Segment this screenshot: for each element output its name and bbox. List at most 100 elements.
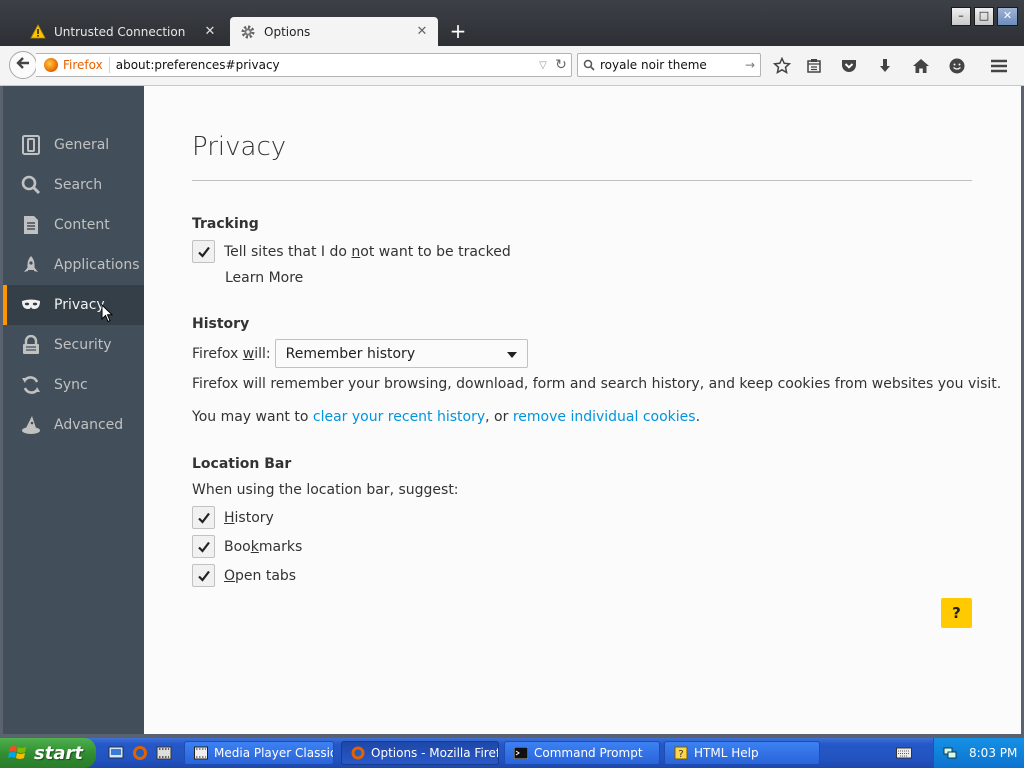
site-identity[interactable]: Firefox (36, 57, 110, 73)
home-icon[interactable] (911, 56, 931, 76)
start-button[interactable]: start (0, 738, 96, 768)
sidebar-item-label: Search (54, 177, 103, 193)
sync-icon (20, 374, 42, 396)
suggest-open-tabs-row[interactable]: Open tabs (192, 564, 296, 587)
url-input[interactable]: about:preferences#privacy (110, 58, 535, 72)
search-go-icon[interactable]: → (740, 58, 760, 72)
back-button[interactable] (9, 51, 37, 79)
history-mode-select[interactable]: Remember history (274, 339, 528, 368)
preferences-content: Privacy Tracking Tell sites that I do no… (144, 86, 1021, 734)
sidebar-item-advanced[interactable]: Advanced (3, 405, 144, 445)
location-bar-heading: Location Bar (192, 456, 292, 472)
url-bar[interactable]: Firefox about:preferences#privacy ▽ ↻ (36, 53, 572, 77)
tab-title: Options (264, 24, 311, 39)
general-icon (20, 134, 42, 156)
security-lock-icon (20, 334, 42, 356)
tracking-heading: Tracking (192, 216, 259, 232)
taskbar-media-player[interactable]: Media Player Classic ... (184, 741, 334, 765)
svg-text:?: ? (678, 749, 683, 760)
sidebar-item-label: Privacy (54, 297, 105, 313)
search-bar[interactable]: royale noir theme → (577, 53, 761, 77)
sidebar-item-label: Sync (54, 377, 88, 393)
new-tab-button[interactable]: + (448, 20, 468, 42)
maximize-button[interactable]: □ (974, 7, 994, 26)
tab-title: Untrusted Connection (54, 24, 186, 39)
bookmark-star-icon[interactable] (772, 56, 792, 76)
search-input[interactable]: royale noir theme (600, 58, 740, 72)
close-tab-icon[interactable]: ✕ (202, 24, 218, 39)
reload-icon[interactable]: ↻ (551, 57, 571, 73)
hello-chat-icon[interactable] (947, 56, 967, 76)
clear-history-link[interactable]: clear your recent history (313, 409, 485, 425)
learn-more-link[interactable]: Learn More (225, 270, 303, 286)
show-desktop-icon[interactable] (108, 745, 124, 761)
gear-icon (240, 24, 256, 40)
suggest-history-row[interactable]: History (192, 506, 274, 529)
suggest-history-checkbox[interactable] (192, 506, 215, 529)
dnt-checkbox-row[interactable]: Tell sites that I do not want to be trac… (192, 240, 511, 263)
remove-cookies-link[interactable]: remove individual cookies (513, 409, 696, 425)
help-button[interactable]: ? (941, 598, 972, 628)
close-window-button[interactable]: ✕ (997, 7, 1018, 26)
task-label: Media Player Classic ... (214, 746, 334, 760)
media-player-icon (193, 745, 209, 761)
keyboard-icon[interactable] (896, 746, 912, 760)
minimize-button[interactable]: – (951, 7, 971, 26)
system-tray: 8:03 PM (933, 738, 1024, 768)
task-label: Options - Mozilla Firefox (371, 746, 499, 760)
sidebar-item-label: Content (54, 217, 110, 233)
preferences-sidebar: General Search Content Applications Priv… (3, 86, 144, 734)
hamburger-menu-icon[interactable] (989, 56, 1009, 76)
navigation-toolbar: Firefox about:preferences#privacy ▽ ↻ ro… (0, 46, 1024, 86)
search-icon[interactable] (578, 59, 600, 71)
back-arrow-icon (15, 55, 31, 75)
firefox-icon (350, 745, 366, 761)
close-tab-icon[interactable]: ✕ (414, 24, 430, 39)
tab-untrusted-connection[interactable]: Untrusted Connection ✕ (20, 17, 226, 46)
windows-logo-icon (8, 746, 26, 759)
sidebar-item-general[interactable]: General (3, 125, 144, 165)
help-book-icon: ? (673, 745, 689, 761)
mouse-cursor-icon (101, 303, 114, 327)
taskbar-firefox[interactable]: Options - Mozilla Firefox (341, 741, 499, 765)
sidebar-item-label: Applications (54, 257, 140, 273)
taskbar-html-help[interactable]: ? HTML Help (664, 741, 820, 765)
applications-icon (20, 254, 42, 276)
title-divider (192, 180, 972, 181)
history-dropdown-icon[interactable]: ▽ (535, 60, 551, 71)
taskbar-command-prompt[interactable]: Command Prompt (504, 741, 660, 765)
history-mode-row: Firefox will: Remember history (192, 339, 528, 368)
firefox-quicklaunch-icon[interactable] (132, 745, 148, 761)
suggest-bookmarks-row[interactable]: Bookmarks (192, 535, 302, 558)
sidebar-item-privacy[interactable]: Privacy (3, 285, 144, 325)
command-prompt-icon (513, 745, 529, 761)
clock[interactable]: 8:03 PM (969, 746, 1017, 760)
downloads-icon[interactable] (875, 56, 895, 76)
sidebar-item-label: Security (54, 337, 112, 353)
sidebar-item-content[interactable]: Content (3, 205, 144, 245)
dnt-checkbox[interactable] (192, 240, 215, 263)
history-heading: History (192, 316, 250, 332)
sidebar-item-applications[interactable]: Applications (3, 245, 144, 285)
location-bar-subtext: When using the location bar, suggest: (192, 482, 459, 498)
media-quicklaunch-icon[interactable] (156, 745, 172, 761)
firefox-logo-icon (44, 58, 58, 72)
sidebar-item-sync[interactable]: Sync (3, 365, 144, 405)
identity-label: Firefox (63, 58, 103, 72)
sidebar-item-label: Advanced (54, 417, 124, 433)
history-mode-value: Remember history (285, 345, 416, 362)
task-label: HTML Help (694, 746, 759, 760)
pocket-icon[interactable] (839, 56, 859, 76)
history-suggestion-line: You may want to clear your recent histor… (192, 409, 701, 425)
tab-strip: Untrusted Connection ✕ Options ✕ + – □ ✕ (0, 0, 1024, 46)
privacy-mask-icon (20, 294, 42, 316)
suggest-open-tabs-checkbox[interactable] (192, 564, 215, 587)
network-icon[interactable] (943, 745, 957, 762)
advanced-wizard-icon (20, 414, 42, 436)
sidebar-item-search[interactable]: Search (3, 165, 144, 205)
tab-options[interactable]: Options ✕ (230, 17, 438, 46)
suggest-bookmarks-checkbox[interactable] (192, 535, 215, 558)
sidebar-item-security[interactable]: Security (3, 325, 144, 365)
bookmarks-menu-icon[interactable] (804, 56, 824, 76)
history-mode-label: Firefox will: (192, 345, 271, 362)
